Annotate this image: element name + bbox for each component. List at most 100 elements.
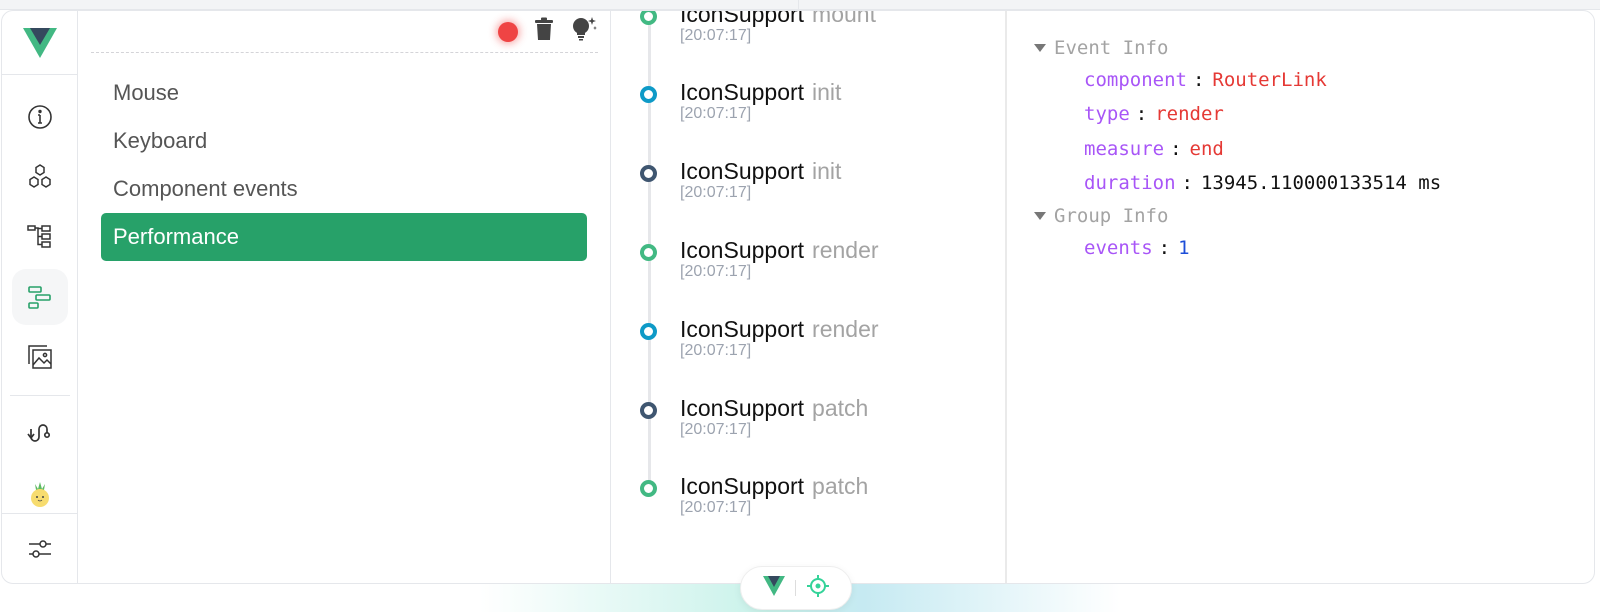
- event-component-name: IconSupport: [680, 395, 805, 421]
- prop-type: type: render: [1084, 103, 1224, 125]
- event-timestamp: [20:07:17]: [680, 499, 752, 516]
- event-dot-icon: [640, 480, 657, 497]
- prop-separator: :: [1135, 103, 1148, 125]
- settings-icon: [29, 540, 51, 558]
- event-timestamp: [20:07:17]: [680, 263, 752, 280]
- event-component-name: IconSupport: [680, 316, 805, 342]
- prop-key: events: [1084, 237, 1153, 259]
- layer-list: Mouse Keyboard Component events Performa…: [101, 69, 587, 261]
- tree-icon: [27, 225, 51, 248]
- event-kind: render: [812, 237, 879, 263]
- prop-value: RouterLink: [1212, 69, 1327, 91]
- event-timestamp: [20:07:17]: [680, 105, 752, 122]
- event-dot-icon: [640, 86, 657, 103]
- rail-overview[interactable]: [12, 89, 68, 145]
- event-inspector: Event Info component: RouterLink type: ren…: [1010, 11, 1594, 583]
- layer-performance[interactable]: Performance: [101, 213, 587, 261]
- caret-down-icon: [1034, 44, 1046, 52]
- prop-key: type: [1084, 103, 1130, 125]
- lightbulb-icon: [573, 17, 597, 41]
- event-component-name: IconSupport: [680, 158, 805, 184]
- components-icon: [29, 164, 51, 188]
- event-timestamp: [20:07:17]: [680, 27, 752, 44]
- event-kind: init: [812, 79, 842, 105]
- layer-component-events[interactable]: Component events: [101, 165, 587, 213]
- event-list: IconSupport mount [20:07:17] IconSupport ini…: [612, 11, 1007, 583]
- event-timestamp: [20:07:17]: [680, 421, 752, 438]
- prop-value: 13945.110000133514 ms: [1200, 172, 1442, 194]
- layer-mouse[interactable]: Mouse: [101, 69, 587, 117]
- caret-down-icon: [1034, 212, 1046, 220]
- event-dot-icon: [640, 165, 657, 182]
- event-title: IconSupport render: [680, 237, 879, 264]
- browser-top-strip: [0, 0, 1600, 10]
- event-dot-icon: [640, 323, 657, 340]
- event-kind: mount: [812, 10, 876, 27]
- event-info-title: Event Info: [1054, 37, 1169, 59]
- layers-panel: Mouse Keyboard Component events Performa…: [79, 11, 611, 583]
- top-strip-divider: [798, 0, 799, 10]
- event-component-name: IconSupport: [680, 79, 805, 105]
- prop-value: 1: [1178, 237, 1190, 259]
- event-kind: patch: [812, 395, 869, 421]
- rail-components[interactable]: [12, 149, 68, 205]
- prop-key: measure: [1084, 138, 1165, 160]
- prop-key: duration: [1084, 172, 1176, 194]
- router-icon: [27, 424, 51, 442]
- record-button[interactable]: [498, 21, 518, 42]
- prop-duration: duration:13945.110000133514 ms: [1084, 172, 1441, 194]
- crosshair-icon: [806, 574, 829, 597]
- event-info-toggle[interactable]: Event Info: [1034, 37, 1168, 59]
- vue-logo-icon: [762, 575, 785, 596]
- group-info-toggle[interactable]: Group Info: [1034, 205, 1168, 227]
- tips-button[interactable]: [570, 15, 598, 48]
- event-dot-icon: [640, 402, 657, 419]
- layer-keyboard[interactable]: Keyboard: [101, 117, 587, 165]
- timeline-icon: [28, 286, 51, 309]
- trash-icon: [535, 17, 553, 40]
- assets-icon: [28, 345, 52, 369]
- vue-logo[interactable]: [2, 11, 77, 75]
- event-timestamp: [20:07:17]: [680, 184, 752, 201]
- prop-separator: :: [1181, 172, 1193, 194]
- prop-measure: measure: end: [1084, 138, 1224, 160]
- devtools-window: Mouse Keyboard Component events Performa…: [1, 10, 1595, 584]
- rail-separator: [10, 395, 70, 396]
- event-title: IconSupport init: [680, 158, 841, 185]
- pill-divider: [794, 580, 796, 596]
- event-title: IconSupport patch: [680, 395, 868, 422]
- event-title: IconSupport patch: [680, 473, 868, 500]
- prop-key: component: [1084, 69, 1187, 91]
- group-info-title: Group Info: [1054, 205, 1169, 227]
- prop-events: events:1: [1084, 237, 1190, 259]
- inspect-component-button[interactable]: [806, 574, 830, 603]
- prop-value: render: [1155, 103, 1224, 125]
- rail-timeline[interactable]: [12, 269, 68, 325]
- rail-separator-bottom: [2, 513, 78, 514]
- rail-router[interactable]: [12, 405, 68, 461]
- event-kind: patch: [812, 473, 869, 499]
- prop-component: component: RouterLink: [1084, 69, 1327, 91]
- event-component-name: IconSupport: [680, 473, 805, 499]
- event-timestamp: [20:07:17]: [680, 342, 752, 359]
- rail-assets[interactable]: [12, 329, 68, 385]
- clear-button[interactable]: [534, 17, 554, 46]
- sidebar-rail: [2, 11, 78, 583]
- event-component-name: IconSupport: [680, 10, 805, 27]
- event-dot-icon: [640, 244, 657, 261]
- rail-component-tree[interactable]: [12, 209, 68, 265]
- event-dot-icon: [640, 11, 657, 25]
- event-kind: init: [812, 158, 842, 184]
- event-title: IconSupport mount: [680, 10, 876, 28]
- open-devtools-button[interactable]: [762, 575, 785, 601]
- event-kind: render: [812, 316, 879, 342]
- rail-settings[interactable]: [12, 521, 68, 577]
- pinia-icon: [31, 482, 49, 507]
- prop-value: end: [1189, 138, 1224, 160]
- event-title: IconSupport render: [680, 316, 879, 343]
- timeline-toolbar: [91, 11, 598, 53]
- event-title: IconSupport init: [680, 79, 841, 106]
- event-component-name: IconSupport: [680, 237, 805, 263]
- prop-separator: :: [1170, 138, 1182, 160]
- prop-separator: :: [1192, 69, 1205, 91]
